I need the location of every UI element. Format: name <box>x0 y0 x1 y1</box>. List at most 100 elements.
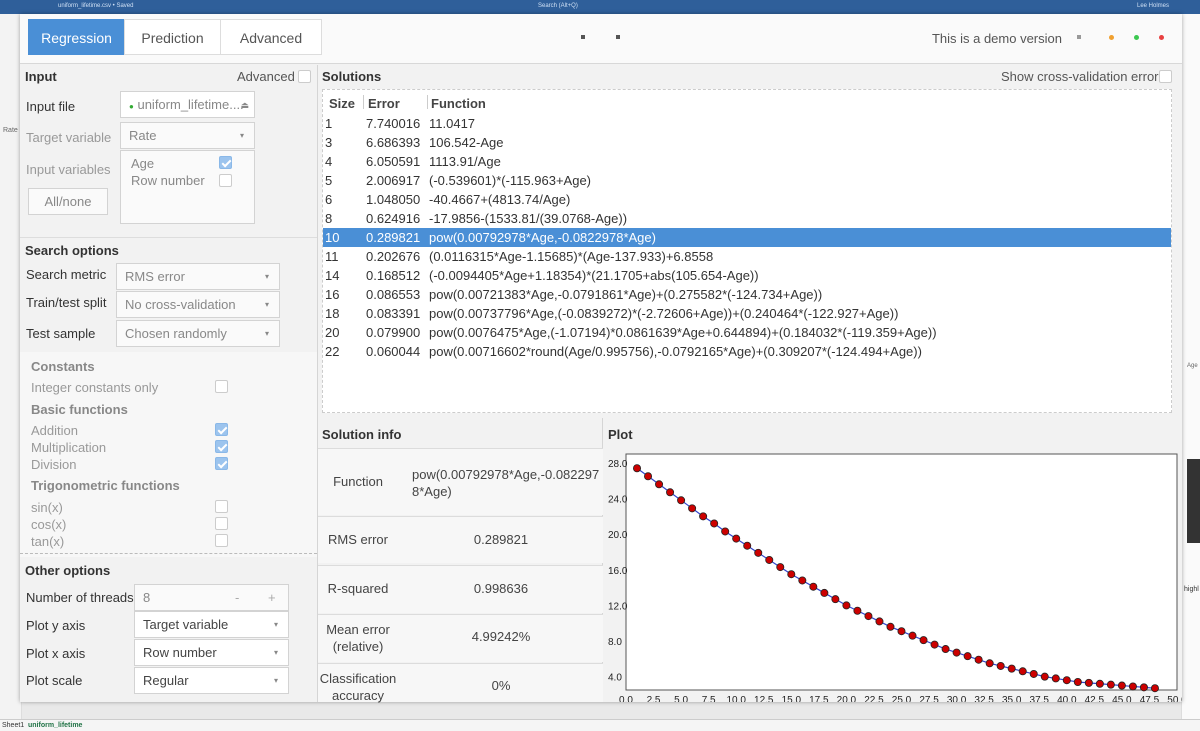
size-cell: 3 <box>325 135 333 150</box>
table-row[interactable]: 11 0.202676 (0.0116315*Age-1.15685)*(Age-1… <box>323 247 1171 266</box>
eject-icon[interactable]: ⏏ <box>240 92 249 118</box>
table-row[interactable]: 20 0.079900 pow(0.0076475*Age,(-1.07194)*0… <box>323 323 1171 342</box>
variable-age-checkbox[interactable] <box>219 156 232 169</box>
data-point <box>688 504 697 513</box>
error-cell: 7.740016 <box>366 116 421 131</box>
table-row[interactable]: 8 0.624916 -17.9856-(1533.81/(39.0768-Age)… <box>323 209 1171 228</box>
column-divider <box>363 95 364 109</box>
size-cell: 5 <box>325 173 333 188</box>
data-point <box>1150 684 1159 693</box>
input-variables-list[interactable]: Age Row number <box>120 150 255 224</box>
table-row[interactable]: 22 0.060044 pow(0.00716602*round(Age/0.995… <box>323 342 1171 361</box>
threads-label: Number of threads <box>26 590 134 605</box>
sheet-tab-active[interactable]: uniform_lifetime <box>28 722 82 729</box>
plot-y-axis-label: Plot y axis <box>26 618 86 633</box>
data-point <box>919 636 928 645</box>
plot-y-axis-select[interactable]: Target variable ▾ <box>134 611 289 638</box>
top-bar: Regression Prediction Advanced This is a… <box>20 14 1182 64</box>
addition-checkbox[interactable] <box>215 423 228 436</box>
tab-regression[interactable]: Regression <box>28 19 125 55</box>
function-cell: pow(0.0076475*Age,(-1.07194)*0.0861639*A… <box>429 325 937 340</box>
table-row[interactable]: 10 0.289821 pow(0.00792978*Age,-0.0822978*… <box>323 228 1171 247</box>
y-tick-label: 28.0 <box>608 459 628 470</box>
demo-notice: This is a demo version <box>931 31 1062 46</box>
decrement-icon[interactable]: - <box>235 585 239 611</box>
plot-scale-select[interactable]: Regular ▾ <box>134 667 289 694</box>
sin-checkbox[interactable] <box>215 500 228 513</box>
basic-functions-header: Basic functions <box>31 402 128 417</box>
scatter-plot[interactable]: 0.0 2.5 5.0 7.5 10.0 12.5 15.0 17.5 20.0 22.5 25.0… <box>604 446 1182 702</box>
maximize-icon[interactable] <box>1134 35 1139 40</box>
tan-checkbox[interactable] <box>215 534 228 547</box>
error-cell: 6.050591 <box>366 154 421 169</box>
data-point <box>644 472 653 481</box>
division-checkbox[interactable] <box>215 457 228 470</box>
table-row[interactable]: 18 0.083391 pow(0.00737796*Age,(-0.0839272… <box>323 304 1171 323</box>
data-point <box>974 655 983 664</box>
target-variable-select[interactable]: Rate ▾ <box>120 122 255 149</box>
cv-error-checkbox[interactable] <box>1159 70 1172 83</box>
column-header-size[interactable]: Size <box>329 96 355 111</box>
solution-info-panel: Solution info Function pow(0.00792978*Ag… <box>318 418 603 703</box>
error-cell: 0.083391 <box>366 306 421 321</box>
chevron-down-icon: ▾ <box>264 329 269 338</box>
target-variable-label: Target variable <box>26 130 112 145</box>
tab-prediction[interactable]: Prediction <box>124 19 221 55</box>
variable-item-age[interactable]: Age <box>131 155 154 172</box>
chevron-down-icon: ▾ <box>273 676 278 685</box>
data-point <box>754 548 763 557</box>
x-tick-label: 32.5 <box>974 695 994 702</box>
table-row[interactable]: 14 0.168512 (-0.0094405*Age+1.18354)*(21.1… <box>323 266 1171 285</box>
minimize-icon[interactable] <box>1109 35 1114 40</box>
table-row[interactable]: 6 1.048050 -40.4667+(4813.74/Age) <box>323 190 1171 209</box>
column-header-error[interactable]: Error <box>368 96 400 111</box>
function-cell: 106.542-Age <box>429 135 504 150</box>
increment-icon[interactable]: + <box>268 585 276 611</box>
input-header: Input <box>25 69 57 84</box>
column-header-function[interactable]: Function <box>431 96 486 111</box>
background-text: highl <box>1184 586 1199 593</box>
integer-constants-checkbox[interactable] <box>215 380 228 393</box>
mean-error-label: Mean error (relative) <box>326 622 390 654</box>
multiplication-checkbox[interactable] <box>215 440 228 453</box>
function-cell: 11.0417 <box>429 116 476 131</box>
sheet-tab[interactable]: Sheet1 <box>2 722 24 729</box>
plot-x-axis-value: Row number <box>143 645 217 660</box>
advanced-checkbox[interactable] <box>298 70 311 83</box>
toolbar-square-icon[interactable] <box>581 35 585 39</box>
test-sample-select[interactable]: Chosen randomly ▾ <box>116 320 280 347</box>
data-point <box>798 576 807 585</box>
close-icon[interactable] <box>1159 35 1164 40</box>
menu-icon[interactable] <box>1077 35 1081 39</box>
variable-row-number-checkbox[interactable] <box>219 174 232 187</box>
table-row[interactable]: 4 6.050591 1113.91/Age <box>323 152 1171 171</box>
table-row[interactable]: 5 2.006917 (-0.539601)*(-115.963+Age) <box>323 171 1171 190</box>
table-row[interactable]: 1 7.740016 11.0417 <box>323 114 1171 133</box>
input-file-field[interactable]: ● uniform_lifetime.... ⏏ <box>120 91 255 118</box>
background-search[interactable]: Search (Alt+Q) <box>538 3 578 9</box>
chevron-down-icon: ▾ <box>273 620 278 629</box>
tab-advanced[interactable]: Advanced <box>220 19 322 55</box>
threads-stepper[interactable]: 8 - + <box>134 584 289 611</box>
data-point <box>721 527 730 536</box>
cos-checkbox[interactable] <box>215 517 228 530</box>
toolbar-square-icon[interactable] <box>616 35 620 39</box>
variable-item-row-number[interactable]: Row number <box>131 172 205 189</box>
train-test-split-select[interactable]: No cross-validation ▾ <box>116 291 280 318</box>
data-point <box>677 496 686 505</box>
size-cell: 14 <box>325 268 340 283</box>
data-point <box>1095 679 1104 688</box>
size-cell: 4 <box>325 154 333 169</box>
search-metric-select[interactable]: RMS error ▾ <box>116 263 280 290</box>
table-row[interactable]: 16 0.086553 pow(0.00721383*Age,-0.0791861*… <box>323 285 1171 304</box>
error-cell: 0.202676 <box>366 249 421 264</box>
solutions-header: Solutions <box>322 69 382 84</box>
table-row[interactable]: 3 6.686393 106.542-Age <box>323 133 1171 152</box>
r-squared-label: R-squared <box>327 581 389 596</box>
plot-x-axis-select[interactable]: Row number ▾ <box>134 639 289 666</box>
all-none-button[interactable]: All/none <box>28 188 108 215</box>
plot-scale-value: Regular <box>143 673 189 688</box>
y-tick-label: 12.0 <box>608 601 628 612</box>
search-metric-label: Search metric <box>26 267 107 282</box>
data-point <box>699 512 708 521</box>
